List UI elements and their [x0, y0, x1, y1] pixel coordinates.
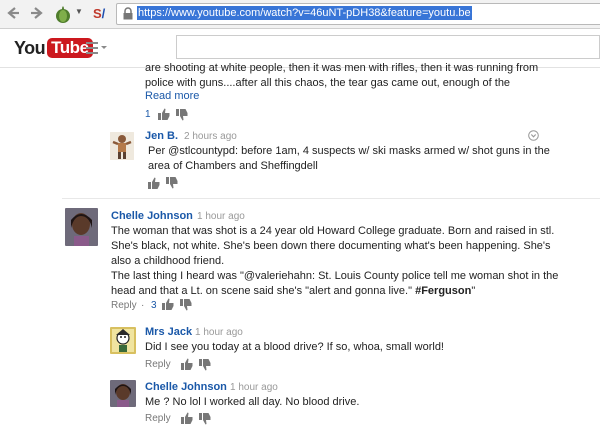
thumbs-up-icon[interactable]: [181, 412, 193, 424]
comment-options-icon[interactable]: [528, 130, 539, 141]
address-bar[interactable]: https://www.youtube.com/watch?v=46uNT-pD…: [116, 3, 600, 25]
comment-text-line: also a childhood friend.: [111, 255, 225, 267]
thumbs-up-icon[interactable]: [162, 298, 174, 310]
comment-author[interactable]: Chelle Johnson: [145, 381, 227, 393]
bookmark-extension-icon[interactable]: S/: [93, 5, 113, 23]
reply-link[interactable]: Reply: [111, 300, 137, 311]
like-count: 3: [151, 300, 157, 311]
comment-text-line: are shooting at white people, then it wa…: [145, 62, 539, 74]
comment-text-fragment: head and that a Lt. on scene said she's …: [111, 285, 413, 297]
avatar[interactable]: [110, 380, 136, 407]
comment-text-line: Me ? No lol I worked all day. No blood d…: [145, 396, 360, 408]
reply-link[interactable]: Reply: [145, 359, 171, 370]
thumbs-down-icon[interactable]: [199, 413, 211, 425]
avatar[interactable]: [110, 132, 134, 160]
back-arrow-icon[interactable]: [4, 5, 22, 23]
comment-timestamp[interactable]: 2 hours ago: [184, 131, 237, 142]
guide-menu-icon[interactable]: [86, 42, 107, 54]
comment-text-line: She's black, not white. She's been down …: [111, 240, 551, 252]
comment-author[interactable]: Mrs Jack: [145, 326, 192, 338]
thumbs-up-icon[interactable]: [148, 177, 160, 189]
thumbs-down-icon[interactable]: [199, 359, 211, 371]
url-text[interactable]: https://www.youtube.com/watch?v=46uNT-pD…: [137, 6, 472, 20]
youtube-logo[interactable]: You Tube: [14, 37, 93, 59]
thumbs-up-icon[interactable]: [158, 108, 170, 120]
separator-dot: ·: [141, 300, 145, 311]
thread-divider: [62, 198, 600, 199]
thumbs-down-icon[interactable]: [176, 109, 188, 121]
thumbs-down-icon[interactable]: [166, 177, 178, 189]
comment-timestamp[interactable]: 1 hour ago: [197, 211, 245, 222]
thumbs-down-icon[interactable]: [180, 299, 192, 311]
avatar[interactable]: [110, 327, 136, 354]
comment-text-line: Did I see you today at a blood drive? If…: [145, 341, 444, 353]
search-input[interactable]: [176, 35, 600, 59]
comment-text-line: The woman that was shot is a 24 year old…: [111, 225, 555, 237]
comment-text-line: The last thing I heard was "@valeriehahn…: [111, 270, 559, 282]
comment-text-line: area of Chambers and Sheffingdell: [148, 160, 318, 172]
comment-author[interactable]: Jen B.: [145, 130, 178, 142]
comment-text-fragment: ": [471, 285, 476, 297]
browser-toolbar: ▼ S/ https://www.youtube.com/watch?v=46u…: [0, 0, 600, 29]
comment-text-line-with-hashtag: head and that a Lt. on scene said she's …: [111, 284, 475, 299]
logo-you-text: You: [14, 38, 46, 58]
forward-arrow-icon[interactable]: [28, 5, 46, 23]
thumbs-up-icon[interactable]: [181, 358, 193, 370]
comment-timestamp[interactable]: 1 hour ago: [230, 382, 278, 393]
avatar[interactable]: [65, 208, 98, 246]
comment-text-line: Per @stlcountypd: before 1am, 4 suspects…: [148, 145, 550, 157]
comment-timestamp[interactable]: 1 hour ago: [195, 327, 243, 338]
extension-dropdown-icon[interactable]: ▼: [75, 7, 83, 16]
onion-extension-icon[interactable]: [53, 4, 73, 24]
comment-author[interactable]: Chelle Johnson: [111, 210, 193, 222]
reply-link[interactable]: Reply: [145, 413, 171, 424]
comment-text-line: police with guns....after all this chaos…: [145, 77, 511, 89]
like-count: 1: [145, 109, 151, 120]
lock-icon: [122, 7, 134, 20]
read-more-link[interactable]: Read more: [145, 90, 199, 102]
hashtag-link[interactable]: #Ferguson: [415, 285, 471, 297]
